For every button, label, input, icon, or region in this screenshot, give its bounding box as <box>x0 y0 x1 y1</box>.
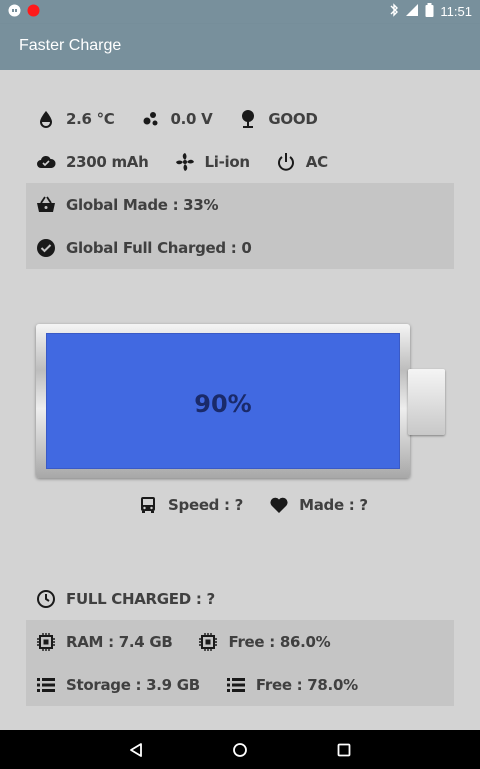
voltage-item: 0.0 V <box>141 109 213 129</box>
temperature-item: 2.6 °C <box>36 109 115 129</box>
home-icon <box>233 742 247 757</box>
stats-row-2: 2300 mAh Li-ion AC <box>26 140 454 183</box>
made-item: Made : ? <box>269 495 368 515</box>
main-content: 2.6 °C 0.0 V GOOD 2300 mAh Li-ion AC Glo… <box>0 70 480 730</box>
chip-icon <box>198 632 218 652</box>
clock-icon <box>36 589 56 609</box>
voltage-value: 0.0 V <box>170 109 213 128</box>
chat-icon <box>8 4 21 22</box>
global-full-charged-item: Global Full Charged : 0 <box>36 238 252 258</box>
list-icon <box>226 675 246 695</box>
heart-icon <box>269 495 289 515</box>
basket-icon <box>36 195 56 215</box>
health-item: GOOD <box>238 109 318 129</box>
health-value: GOOD <box>268 109 318 128</box>
back-button[interactable] <box>124 738 148 762</box>
full-charged-row: FULL CHARGED : ? <box>26 577 454 620</box>
made-value: Made : ? <box>299 496 368 514</box>
navigation-bar <box>0 730 480 769</box>
chip-icon <box>36 632 56 652</box>
ram-item: RAM : 7.4 GB <box>36 632 173 652</box>
signal-icon <box>405 3 419 20</box>
storage-value: Storage : 3.9 GB <box>66 675 200 694</box>
battery-terminal <box>408 369 445 435</box>
capacity-item: 2300 mAh <box>36 152 149 172</box>
battery-fill: 90% <box>46 333 400 469</box>
speed-value: Speed : ? <box>168 496 244 514</box>
technology-item: Li-ion <box>175 152 250 172</box>
bubbles-icon <box>141 109 161 129</box>
global-full-charged-row: Global Full Charged : 0 <box>26 226 454 269</box>
stats-row-1: 2.6 °C 0.0 V GOOD <box>26 97 454 140</box>
check-circle-icon <box>36 238 56 258</box>
drop-icon <box>36 109 56 129</box>
plug-value: AC <box>305 152 328 171</box>
global-made-value: Global Made : 33% <box>66 195 219 214</box>
global-made-item: Global Made : 33% <box>36 195 219 215</box>
ram-free-item: Free : 86.0% <box>198 632 331 652</box>
speed-item: Speed : ? <box>138 495 243 515</box>
battery-graphic: 90% <box>36 324 410 478</box>
recents-button[interactable] <box>332 738 356 762</box>
app-bar: Faster Charge <box>0 24 480 70</box>
tree-icon <box>238 109 258 129</box>
capacity-value: 2300 mAh <box>66 152 149 171</box>
plug-item: AC <box>276 152 328 172</box>
global-made-row: Global Made : 33% <box>26 183 454 226</box>
storage-row: Storage : 3.9 GB Free : 78.0% <box>26 663 454 706</box>
recents-icon <box>337 743 351 756</box>
status-bar: 11:51 <box>0 0 480 24</box>
ram-free-value: Free : 86.0% <box>228 632 331 651</box>
power-icon <box>276 152 296 172</box>
ram-row: RAM : 7.4 GB Free : 86.0% <box>26 620 454 663</box>
global-full-charged-value: Global Full Charged : 0 <box>66 238 252 257</box>
storage-free-item: Free : 78.0% <box>226 675 358 695</box>
temperature-value: 2.6 °C <box>66 109 115 128</box>
clock-time: 11:51 <box>440 4 472 19</box>
record-icon <box>27 4 40 22</box>
bluetooth-icon <box>389 3 399 20</box>
ram-value: RAM : 7.4 GB <box>66 632 173 651</box>
bus-icon <box>138 495 158 515</box>
technology-value: Li-ion <box>204 152 251 171</box>
fan-icon <box>175 152 195 172</box>
cloud-icon <box>36 152 56 172</box>
list-icon <box>36 675 56 695</box>
full-charged-value: FULL CHARGED : ? <box>66 589 215 608</box>
storage-free-value: Free : 78.0% <box>255 675 358 694</box>
back-icon <box>130 742 142 757</box>
home-button[interactable] <box>228 738 252 762</box>
battery-status-icon <box>425 3 434 20</box>
app-title: Faster Charge <box>19 37 122 54</box>
storage-item: Storage : 3.9 GB <box>36 675 200 695</box>
speed-row: Speed : ? Made : ? <box>138 495 384 515</box>
full-charged-item: FULL CHARGED : ? <box>36 589 215 609</box>
battery-percent: 90% <box>194 390 252 418</box>
